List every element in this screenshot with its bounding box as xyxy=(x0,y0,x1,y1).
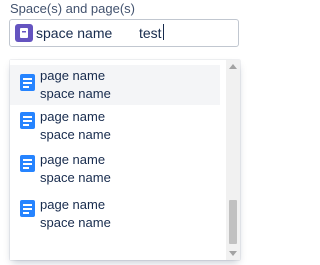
result-subtitle: space name xyxy=(40,127,111,142)
results-dropdown: page name space name page name space nam… xyxy=(10,60,240,260)
selected-space-chip[interactable]: space name xyxy=(15,23,130,43)
result-item[interactable]: page name space name xyxy=(10,65,220,105)
page-icon xyxy=(20,74,35,91)
scroll-down-arrow-icon[interactable] xyxy=(229,251,237,256)
search-input[interactable]: test xyxy=(139,24,164,41)
result-item[interactable]: page name space name xyxy=(10,195,220,235)
scroll-up-arrow-icon[interactable] xyxy=(229,64,237,69)
result-item[interactable]: page name space name xyxy=(10,150,220,190)
text-caret xyxy=(162,24,164,40)
dropdown-scrollbar[interactable] xyxy=(226,60,240,260)
page-icon xyxy=(20,200,35,217)
result-title: page name xyxy=(40,152,106,167)
page-icon xyxy=(20,112,35,129)
space-avatar-icon xyxy=(15,24,33,42)
result-title: page name xyxy=(40,197,106,212)
result-subtitle: space name xyxy=(40,170,111,185)
selected-space-label: space name xyxy=(36,25,113,41)
page-icon xyxy=(20,155,35,172)
result-title: page name xyxy=(40,68,106,83)
search-input-value: test xyxy=(139,25,162,41)
field-label: Space(s) and page(s) xyxy=(10,1,136,16)
result-title: page name xyxy=(40,109,106,124)
result-item[interactable]: page name space name xyxy=(10,107,220,147)
result-subtitle: space name xyxy=(40,215,111,230)
scrollbar-thumb[interactable] xyxy=(229,200,237,244)
space-page-picker[interactable]: space name test xyxy=(9,19,239,47)
result-subtitle: space name xyxy=(40,86,111,101)
